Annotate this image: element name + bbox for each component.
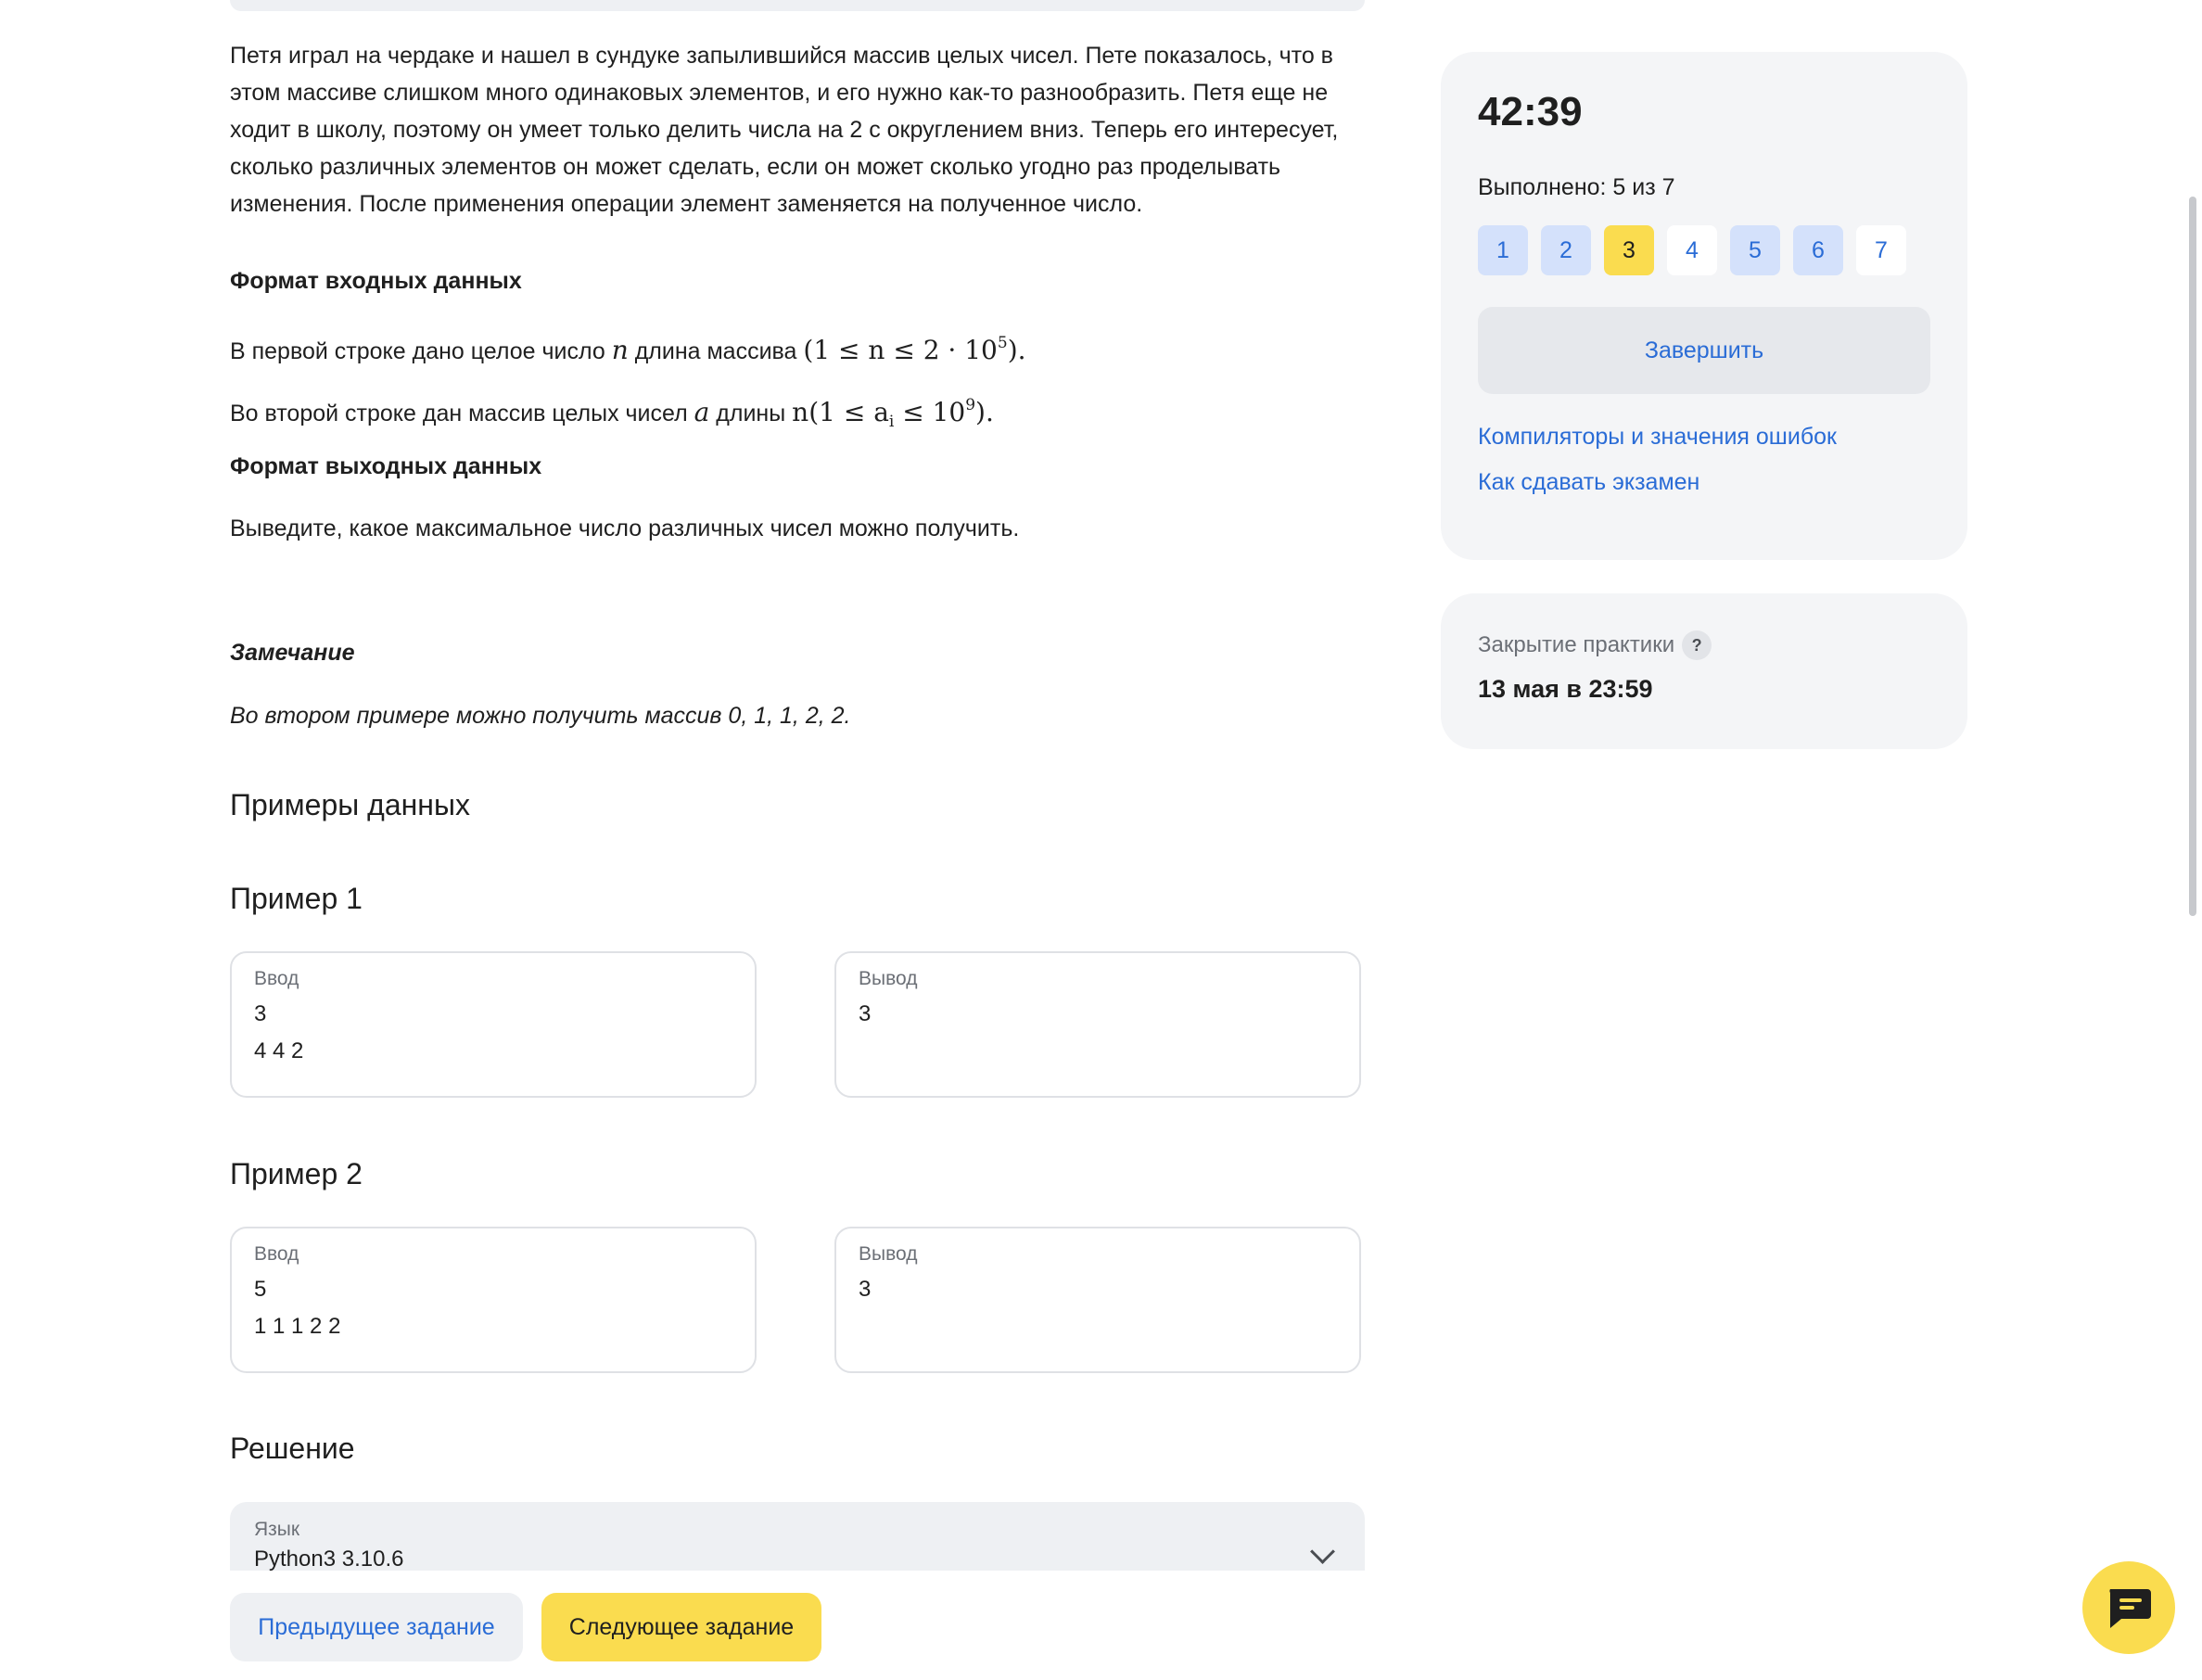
output-label: Вывод <box>859 968 918 989</box>
statement-line: Петя играл на чердаке и нашел в сундуке … <box>230 43 1333 69</box>
compilers-link[interactable]: Компиляторы и значения ошибок <box>1478 424 1930 451</box>
task-navigator: 1 2 3 4 5 6 7 <box>1478 225 1930 275</box>
math-var-n: n <box>611 335 629 365</box>
input-label: Ввод <box>254 968 299 989</box>
language-value: Python3 3.10.6 <box>254 1546 404 1572</box>
finish-exam-button[interactable]: Завершить <box>1478 307 1930 394</box>
output-format-title: Формат выходных данных <box>230 453 542 479</box>
prev-task-button[interactable]: Предыдущее задание <box>230 1593 523 1661</box>
statement-line: изменения. После применения операции эле… <box>230 191 1143 217</box>
example-1-input[interactable]: Ввод 3 4 4 2 <box>230 951 757 1098</box>
output-label: Вывод <box>859 1243 918 1265</box>
timer: 42:39 <box>1478 89 1583 134</box>
example-1-title: Пример 1 <box>230 882 363 915</box>
statement-line: ходит в школу, поэтому он умеет только д… <box>230 117 1339 143</box>
input-line-2: Во второй строке дан массив целых чисел … <box>230 387 994 440</box>
output-line: 3 <box>859 1277 872 1302</box>
how-to-link[interactable]: Как сдавать экзамен <box>1478 469 1930 496</box>
statement-line: этом массиве слишком много одинаковых эл… <box>230 80 1329 106</box>
note-title: Замечание <box>230 640 355 666</box>
previous-block-edge <box>230 0 1365 11</box>
task-button-6[interactable]: 6 <box>1793 225 1843 275</box>
exam-status-card: 42:39 Выполнено: 5 из 7 1 2 3 4 5 6 7 За… <box>1441 52 1967 560</box>
input-line-2-text: Во второй строке дан массив целых чисел <box>230 401 688 426</box>
example-1-output[interactable]: Вывод 3 <box>834 951 1361 1098</box>
example-2-title: Пример 2 <box>230 1157 363 1190</box>
input-format-title: Формат входных данных <box>230 268 522 294</box>
progress-text: Выполнено: 5 из 7 <box>1478 174 1675 200</box>
input-line: 4 4 2 <box>254 1038 304 1063</box>
practice-close-row: Закрытие практики ? <box>1478 630 1930 660</box>
input-line-1-text: В первой строке дано целое число <box>230 338 605 364</box>
chat-button[interactable] <box>2082 1561 2175 1654</box>
task-button-5[interactable]: 5 <box>1730 225 1780 275</box>
problem-statement: Петя играл на чердаке и нашел в сундуке … <box>230 37 1365 223</box>
practice-close-card: Закрытие практики ? 13 мая в 23:59 <box>1441 593 1967 749</box>
task-button-2[interactable]: 2 <box>1541 225 1591 275</box>
input-line-2-mid: длины <box>716 401 786 426</box>
task-button-3[interactable]: 3 <box>1604 225 1654 275</box>
math-constraint-a: n(1 ≤ ai ≤ 109). <box>792 396 994 431</box>
input-line-1: В первой строке дано целое число n длина… <box>230 325 1026 370</box>
task-button-7[interactable]: 7 <box>1856 225 1906 275</box>
example-2-input[interactable]: Ввод 5 1 1 1 2 2 <box>230 1227 757 1373</box>
solution-title: Решение <box>230 1432 355 1465</box>
math-constraint-n: (1 ≤ n ≤ 2 · 105). <box>803 334 1026 365</box>
note-text: Во втором примере можно получить массив … <box>230 703 851 729</box>
practice-close-label: Закрытие практики <box>1478 632 1675 657</box>
chat-bubble-icon <box>2109 1589 2151 1628</box>
practice-close-date: 13 мая в 23:59 <box>1478 675 1653 703</box>
input-label: Ввод <box>254 1243 299 1265</box>
page-scrollbar[interactable] <box>2189 197 2196 916</box>
input-line: 5 <box>254 1277 267 1302</box>
example-2-output[interactable]: Вывод 3 <box>834 1227 1361 1373</box>
examples-title: Примеры данных <box>230 788 470 821</box>
question-icon[interactable]: ? <box>1682 630 1712 660</box>
input-line-1-mid: длина массива <box>634 338 797 364</box>
math-var-a: a <box>694 397 710 427</box>
output-line: 3 <box>859 1001 872 1026</box>
output-format-text: Выведите, какое максимальное число разли… <box>230 515 1020 541</box>
input-line: 3 <box>254 1001 267 1026</box>
task-button-4[interactable]: 4 <box>1667 225 1717 275</box>
task-button-1[interactable]: 1 <box>1478 225 1528 275</box>
next-task-button[interactable]: Следующее задание <box>541 1593 821 1661</box>
input-line: 1 1 1 2 2 <box>254 1314 341 1339</box>
language-label: Язык <box>254 1519 300 1540</box>
statement-line: сколько различных элементов он может сде… <box>230 154 1281 180</box>
